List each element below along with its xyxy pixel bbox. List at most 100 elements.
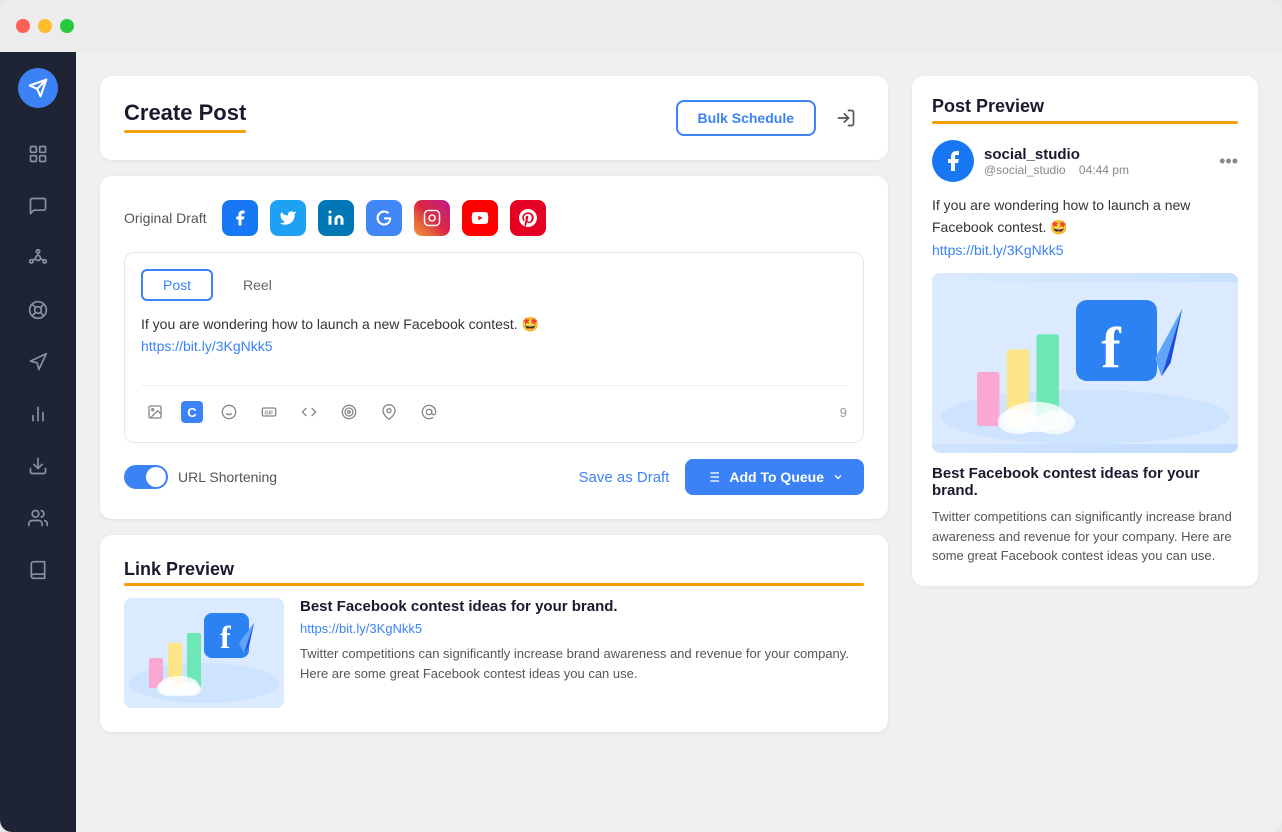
mention-toolbar-icon[interactable] — [415, 398, 443, 426]
url-shortening: URL Shortening — [124, 465, 277, 489]
compose-section: Original Draft — [124, 200, 864, 495]
bottom-actions: URL Shortening Save as Draft Add To Queu… — [124, 459, 864, 495]
gif-icon: GIF — [261, 404, 277, 420]
add-to-queue-button[interactable]: Add To Queue — [685, 459, 864, 495]
sidebar-item-analytics[interactable] — [16, 392, 60, 436]
svg-text:f: f — [1101, 316, 1122, 381]
main-content: Create Post Bulk Schedule — [76, 52, 912, 832]
dashboard-icon — [28, 144, 48, 164]
link-preview-title-wrapper: Link Preview — [124, 559, 864, 586]
megaphone-icon — [28, 352, 48, 372]
platform-icons — [222, 200, 546, 236]
svg-text:f: f — [220, 619, 231, 655]
support-icon — [28, 300, 48, 320]
link-preview-article-desc: Twitter competitions can significantly i… — [300, 644, 864, 683]
close-button[interactable] — [16, 19, 30, 33]
target-icon — [341, 404, 357, 420]
emoji-toolbar-icon[interactable] — [215, 398, 243, 426]
toolbar-icons: C GIF — [141, 398, 443, 426]
code-toolbar-icon[interactable] — [295, 398, 323, 426]
bulk-schedule-button[interactable]: Bulk Schedule — [676, 100, 816, 136]
link-preview-section: Link Preview — [124, 559, 864, 708]
save-draft-button[interactable]: Save as Draft — [579, 469, 670, 486]
facebook-icon — [231, 209, 249, 227]
link-preview-heading-underline — [124, 583, 864, 586]
post-compose-area: Post Reel If you are wondering how to la… — [124, 252, 864, 443]
content-icon[interactable]: C — [181, 401, 203, 423]
link-preview-article-url[interactable]: https://bit.ly/3KgNkk5 — [300, 621, 864, 636]
tab-reel[interactable]: Reel — [221, 269, 294, 301]
preview-article-title: Best Facebook contest ideas for your bra… — [932, 465, 1238, 499]
export-icon — [836, 108, 856, 128]
link-preview-text-content: Best Facebook contest ideas for your bra… — [300, 598, 864, 683]
compose-card: Original Draft — [100, 176, 888, 519]
pinterest-icon — [519, 209, 537, 227]
profile-handle-text: @social_studio — [984, 163, 1066, 177]
post-link[interactable]: https://bit.ly/3KgNkk5 — [141, 338, 273, 354]
post-preview-card: Post Preview social_studio @soc — [912, 76, 1258, 586]
preview-post-text: If you are wondering how to launch a new… — [932, 194, 1238, 261]
char-count: 9 — [840, 405, 847, 420]
create-post-header: Create Post Bulk Schedule — [124, 100, 864, 136]
target-toolbar-icon[interactable] — [335, 398, 363, 426]
sidebar-logo[interactable] — [18, 68, 58, 108]
url-shortening-label: URL Shortening — [178, 469, 277, 485]
header-actions: Bulk Schedule — [676, 100, 864, 136]
sidebar-item-dashboard[interactable] — [16, 132, 60, 176]
linkedin-icon — [327, 209, 345, 227]
platform-facebook[interactable] — [222, 200, 258, 236]
analytics-icon — [28, 404, 48, 424]
sidebar-item-chat[interactable] — [16, 184, 60, 228]
maximize-button[interactable] — [60, 19, 74, 33]
google-icon — [375, 209, 393, 227]
chat-icon — [28, 196, 48, 216]
link-preview-content: f Best Fa — [124, 598, 864, 708]
platform-youtube[interactable] — [462, 200, 498, 236]
post-preview-panel: Post Preview social_studio @soc — [912, 52, 1282, 832]
preview-illustration: f — [932, 273, 1238, 453]
library-icon — [28, 560, 48, 580]
compose-toolbar: C GIF — [141, 385, 847, 426]
minimize-button[interactable] — [38, 19, 52, 33]
app-window: Create Post Bulk Schedule — [0, 0, 1282, 832]
location-icon — [381, 404, 397, 420]
platform-instagram[interactable] — [414, 200, 450, 236]
sidebar-item-network[interactable] — [16, 236, 60, 280]
export-icon-button[interactable] — [828, 100, 864, 136]
download-icon — [28, 456, 48, 476]
page-title-underline — [124, 130, 246, 133]
sidebar-item-library[interactable] — [16, 548, 60, 592]
sidebar-item-users[interactable] — [16, 496, 60, 540]
mention-icon — [421, 404, 437, 420]
post-preview-underline — [932, 121, 1238, 124]
platform-selector: Original Draft — [124, 200, 864, 236]
sidebar-item-download[interactable] — [16, 444, 60, 488]
tab-post[interactable]: Post — [141, 269, 213, 301]
preview-profile: social_studio @social_studio 04:44 pm ••… — [932, 140, 1238, 182]
image-toolbar-icon[interactable] — [141, 398, 169, 426]
sidebar-item-megaphone[interactable] — [16, 340, 60, 384]
link-preview-article-title: Best Facebook contest ideas for your bra… — [300, 598, 864, 615]
create-post-card: Create Post Bulk Schedule — [100, 76, 888, 160]
platform-linkedin[interactable] — [318, 200, 354, 236]
twitter-icon — [279, 209, 297, 227]
link-preview-card: Link Preview — [100, 535, 888, 732]
sidebar-item-support[interactable] — [16, 288, 60, 332]
more-options-icon[interactable]: ••• — [1219, 151, 1238, 172]
action-buttons: Save as Draft Add To Queue — [579, 459, 865, 495]
post-text-area[interactable]: If you are wondering how to launch a new… — [141, 313, 847, 373]
post-type-tabs: Post Reel — [141, 269, 847, 301]
url-shortening-toggle[interactable] — [124, 465, 168, 489]
preview-post-link[interactable]: https://bit.ly/3KgNkk5 — [932, 242, 1064, 258]
platform-twitter[interactable] — [270, 200, 306, 236]
queue-icon — [705, 469, 721, 485]
platform-google[interactable] — [366, 200, 402, 236]
sidebar — [0, 52, 76, 832]
send-icon — [28, 78, 48, 98]
instagram-icon — [423, 209, 441, 227]
platform-pinterest[interactable] — [510, 200, 546, 236]
link-preview-heading: Link Preview — [124, 559, 864, 580]
post-text: If you are wondering how to launch a new… — [141, 316, 539, 332]
gif-toolbar-icon[interactable]: GIF — [255, 398, 283, 426]
location-toolbar-icon[interactable] — [375, 398, 403, 426]
